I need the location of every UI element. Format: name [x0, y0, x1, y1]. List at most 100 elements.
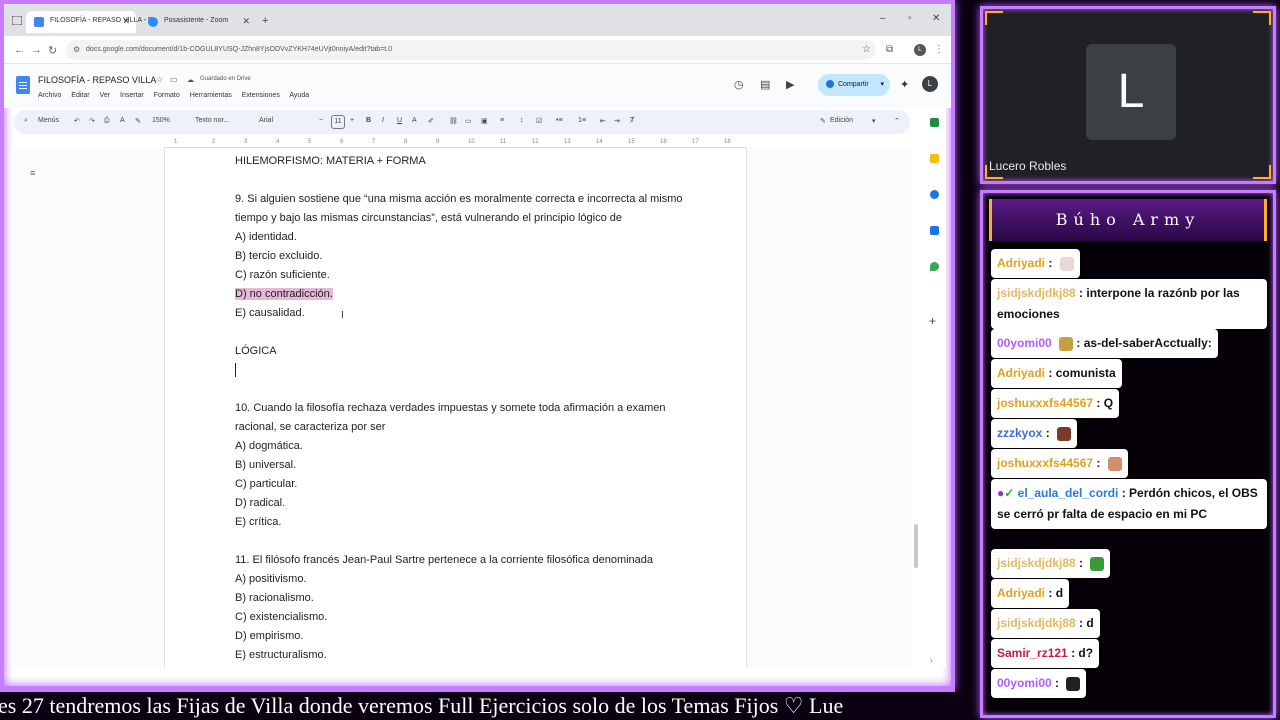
text-color-icon[interactable]: A — [412, 117, 417, 124]
comment-icon[interactable]: ▭ — [465, 117, 472, 125]
gemini-icon[interactable]: ✦ — [900, 78, 909, 91]
checklist-icon[interactable]: ☑ — [536, 117, 542, 125]
undo-icon[interactable]: ↶ — [74, 117, 80, 125]
minimize-icon[interactable]: – — [880, 13, 886, 24]
maps-icon[interactable] — [930, 262, 939, 271]
extensions-icon[interactable]: ⧉ — [886, 44, 893, 55]
ruler-mark: 13 — [564, 139, 571, 145]
doc-line: B) universal. — [235, 459, 297, 471]
font-size-input[interactable]: 11 — [331, 115, 345, 129]
new-tab-icon[interactable]: + — [262, 15, 268, 27]
menu-ver[interactable]: Ver — [100, 92, 111, 99]
reload-icon[interactable]: ↻ — [48, 44, 57, 57]
tab-close-icon[interactable]: ✕ — [242, 16, 250, 27]
highlight-icon[interactable]: ✐ — [428, 117, 434, 125]
back-icon[interactable]: ← — [14, 44, 25, 56]
contacts-icon[interactable] — [930, 226, 939, 235]
menu-editar[interactable]: Editar — [71, 92, 89, 99]
version-history-icon[interactable]: ◷ — [734, 78, 744, 91]
menu-formato[interactable]: Formato — [154, 92, 180, 99]
window-close-icon[interactable]: ✕ — [932, 13, 940, 24]
tab-docs[interactable]: FILOSOFÍA - REPASO VILLA - D ✕ — [26, 11, 153, 33]
paint-format-icon[interactable]: ✎ — [135, 117, 141, 125]
vertical-scrollbar[interactable] — [914, 524, 918, 568]
spellcheck-icon[interactable]: A — [120, 117, 125, 124]
emote-icon — [1059, 336, 1074, 351]
site-info-icon[interactable]: ⚙ — [73, 45, 80, 54]
share-button[interactable]: Compartir ▾ — [818, 74, 890, 96]
profile-avatar[interactable]: L — [914, 44, 926, 56]
print-icon[interactable]: ⎙ — [104, 117, 110, 125]
restore-icon[interactable]: ▫ — [908, 13, 912, 24]
align-icon[interactable]: ≡ — [500, 117, 504, 124]
chat-username: jsidjskdjdkj88 — [997, 556, 1076, 570]
clear-format-icon[interactable]: Ⱦ — [630, 117, 634, 124]
bold-icon[interactable]: B — [366, 117, 371, 124]
increase-font-icon[interactable]: + — [350, 117, 354, 124]
outline-icon[interactable]: ≡ — [30, 168, 35, 178]
ruler-mark: 11 — [500, 139, 507, 145]
comments-icon[interactable]: ▤ — [760, 78, 770, 91]
ruler-mark: 15 — [628, 139, 635, 145]
zoom-favicon-icon — [148, 17, 158, 27]
italic-icon[interactable]: I — [382, 117, 384, 124]
redo-icon[interactable]: ↷ — [89, 117, 95, 125]
document-body[interactable]: HILEMORFISMO: MATERIA + FORMA 9. Si algu… — [235, 152, 695, 665]
zoom-select[interactable]: 150% — [152, 117, 170, 124]
document-title[interactable]: FILOSOFÍA - REPASO VILLA — [38, 75, 156, 85]
docs-logo-icon[interactable] — [16, 76, 30, 94]
browser-menu-icon[interactable]: ⋮ — [934, 44, 944, 55]
increase-indent-icon[interactable]: ⇥ — [614, 117, 620, 125]
numbered-list-icon[interactable]: 1≡ — [578, 117, 586, 124]
edit-mode-icon[interactable]: ✎ — [820, 117, 826, 125]
menu-herramientas[interactable]: Herramientas — [190, 92, 232, 99]
bookmark-star-icon[interactable]: ☆ — [862, 44, 871, 55]
doc-line: racional, se caracteriza por ser — [235, 421, 386, 433]
decrease-font-icon[interactable]: − — [319, 117, 323, 124]
tab-zoom-label: Posasistente - Zoom — [164, 17, 229, 24]
chevron-down-icon[interactable]: ▾ — [880, 80, 884, 88]
add-addon-icon[interactable]: + — [929, 314, 936, 328]
menu-extensiones[interactable]: Extensiones — [242, 92, 280, 99]
collapse-toolbar-icon[interactable]: ⌃ — [894, 117, 900, 125]
ruler-mark: 7 — [372, 139, 376, 145]
font-select[interactable]: Arial — [259, 117, 273, 124]
user-avatar[interactable]: L — [922, 76, 938, 92]
menu-insertar[interactable]: Insertar — [120, 92, 144, 99]
calendar-icon[interactable] — [930, 118, 939, 127]
chat-text: : — [1079, 556, 1084, 570]
menu-ayuda[interactable]: Ayuda — [289, 92, 309, 99]
search-menus-icon[interactable]: ⌕ — [24, 117, 28, 125]
frame-corner — [985, 11, 1003, 25]
move-folder-icon[interactable]: ▭ — [170, 75, 178, 84]
decrease-indent-icon[interactable]: ⇤ — [600, 117, 606, 125]
chat-message: zzzkyox : — [991, 419, 1078, 448]
tasks-icon[interactable] — [930, 190, 939, 199]
ruler[interactable]: 1 2 3 4 5 6 7 8 9 10 11 12 13 14 15 16 1… — [164, 138, 747, 148]
emote-icon — [1107, 456, 1122, 471]
tab-close-icon[interactable]: ✕ — [122, 16, 130, 27]
menu-archivo[interactable]: Archivo — [38, 92, 61, 99]
mode-select[interactable]: Edición — [830, 117, 853, 124]
chevron-down-icon[interactable]: ▾ — [872, 117, 876, 125]
bullet-list-icon[interactable]: •≡ — [556, 117, 563, 124]
keep-icon[interactable] — [930, 154, 939, 163]
style-select[interactable]: Texto nor... — [195, 117, 229, 124]
underline-icon[interactable]: U — [397, 117, 402, 124]
doc-line: HILEMORFISMO: MATERIA + FORMA — [235, 155, 426, 167]
scroll-arrow-icon[interactable]: › — [930, 656, 933, 665]
document-page[interactable]: HILEMORFISMO: MATERIA + FORMA 9. Si algu… — [164, 148, 747, 668]
tab-zoom[interactable]: Posasistente - Zoom ✕ — [140, 11, 256, 33]
image-icon[interactable]: ▣ — [481, 117, 488, 125]
address-bar[interactable]: ⚙ docs.google.com/document/d/1b-COGUL8YU… — [66, 40, 876, 60]
doc-line: D) empirismo. — [235, 630, 304, 642]
forward-icon[interactable]: → — [31, 44, 42, 56]
doc-line: LÓGICA — [235, 345, 277, 357]
meet-icon[interactable]: ▶ — [786, 78, 794, 91]
link-icon[interactable]: ⛓ — [449, 117, 458, 125]
menus-search[interactable]: Menús — [38, 117, 59, 124]
line-spacing-icon[interactable]: ↕ — [520, 117, 524, 124]
star-icon[interactable]: ☆ — [156, 75, 163, 84]
highlighted-answer: D) no contradicción. — [235, 288, 333, 300]
tab-search-icon[interactable] — [12, 16, 22, 25]
